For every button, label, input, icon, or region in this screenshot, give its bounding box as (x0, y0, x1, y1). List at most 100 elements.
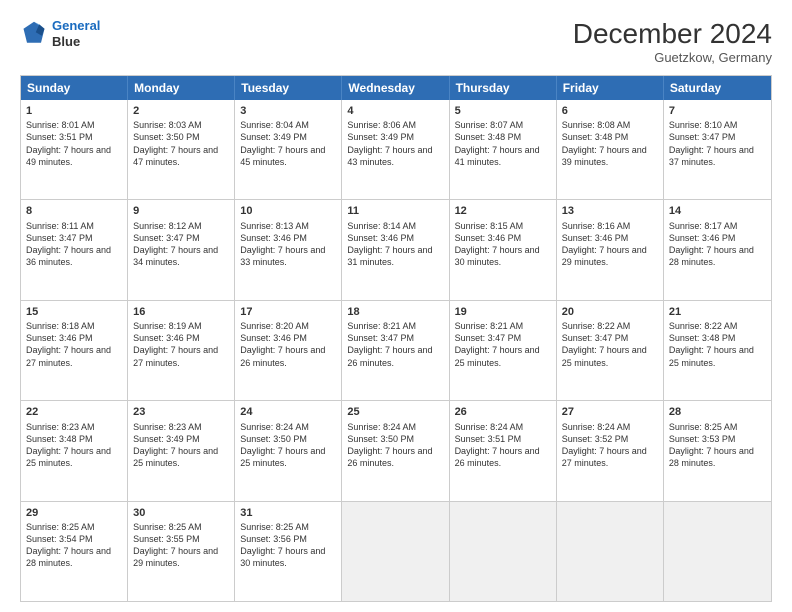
sunrise-text: Sunrise: 8:23 AM (26, 421, 122, 433)
sunrise-text: Sunrise: 8:03 AM (133, 119, 229, 131)
calendar-cell: 5 Sunrise: 8:07 AM Sunset: 3:48 PM Dayli… (450, 100, 557, 199)
sunset-text: Sunset: 3:46 PM (562, 232, 658, 244)
daylight-text: Daylight: 7 hours and 36 minutes. (26, 244, 122, 268)
calendar-cell: 28 Sunrise: 8:25 AM Sunset: 3:53 PM Dayl… (664, 401, 771, 500)
location: Guetzkow, Germany (573, 50, 772, 65)
sunset-text: Sunset: 3:47 PM (347, 332, 443, 344)
sunrise-text: Sunrise: 8:13 AM (240, 220, 336, 232)
calendar-cell: 26 Sunrise: 8:24 AM Sunset: 3:51 PM Dayl… (450, 401, 557, 500)
calendar-cell: 6 Sunrise: 8:08 AM Sunset: 3:48 PM Dayli… (557, 100, 664, 199)
sunset-text: Sunset: 3:49 PM (347, 131, 443, 143)
sunrise-text: Sunrise: 8:07 AM (455, 119, 551, 131)
calendar-cell: 16 Sunrise: 8:19 AM Sunset: 3:46 PM Dayl… (128, 301, 235, 400)
daylight-text: Daylight: 7 hours and 31 minutes. (347, 244, 443, 268)
sunset-text: Sunset: 3:46 PM (26, 332, 122, 344)
sunrise-text: Sunrise: 8:25 AM (669, 421, 766, 433)
daylight-text: Daylight: 7 hours and 25 minutes. (240, 445, 336, 469)
day-number: 23 (133, 405, 229, 419)
sunset-text: Sunset: 3:46 PM (669, 232, 766, 244)
sunrise-text: Sunrise: 8:06 AM (347, 119, 443, 131)
daylight-text: Daylight: 7 hours and 30 minutes. (455, 244, 551, 268)
day-number: 22 (26, 405, 122, 419)
calendar-header: Sunday Monday Tuesday Wednesday Thursday… (21, 76, 771, 100)
day-number: 7 (669, 104, 766, 118)
sunrise-text: Sunrise: 8:21 AM (347, 320, 443, 332)
calendar-cell: 21 Sunrise: 8:22 AM Sunset: 3:48 PM Dayl… (664, 301, 771, 400)
day-number: 3 (240, 104, 336, 118)
sunset-text: Sunset: 3:55 PM (133, 533, 229, 545)
calendar-cell: 14 Sunrise: 8:17 AM Sunset: 3:46 PM Dayl… (664, 200, 771, 299)
day-number: 9 (133, 204, 229, 218)
day-number: 12 (455, 204, 551, 218)
day-number: 27 (562, 405, 658, 419)
daylight-text: Daylight: 7 hours and 45 minutes. (240, 144, 336, 168)
calendar-cell: 13 Sunrise: 8:16 AM Sunset: 3:46 PM Dayl… (557, 200, 664, 299)
calendar-cell: 30 Sunrise: 8:25 AM Sunset: 3:55 PM Dayl… (128, 502, 235, 601)
calendar-cell: 25 Sunrise: 8:24 AM Sunset: 3:50 PM Dayl… (342, 401, 449, 500)
daylight-text: Daylight: 7 hours and 25 minutes. (133, 445, 229, 469)
sunset-text: Sunset: 3:47 PM (562, 332, 658, 344)
daylight-text: Daylight: 7 hours and 27 minutes. (562, 445, 658, 469)
sunset-text: Sunset: 3:50 PM (133, 131, 229, 143)
sunset-text: Sunset: 3:46 PM (455, 232, 551, 244)
day-number: 25 (347, 405, 443, 419)
month-title: December 2024 (573, 18, 772, 50)
daylight-text: Daylight: 7 hours and 26 minutes. (240, 344, 336, 368)
sunrise-text: Sunrise: 8:24 AM (455, 421, 551, 433)
calendar-cell: 29 Sunrise: 8:25 AM Sunset: 3:54 PM Dayl… (21, 502, 128, 601)
day-number: 14 (669, 204, 766, 218)
day-number: 29 (26, 506, 122, 520)
day-number: 15 (26, 305, 122, 319)
calendar-cell: 12 Sunrise: 8:15 AM Sunset: 3:46 PM Dayl… (450, 200, 557, 299)
day-number: 8 (26, 204, 122, 218)
sunrise-text: Sunrise: 8:15 AM (455, 220, 551, 232)
calendar-row: 1 Sunrise: 8:01 AM Sunset: 3:51 PM Dayli… (21, 100, 771, 199)
sunrise-text: Sunrise: 8:24 AM (240, 421, 336, 433)
title-section: December 2024 Guetzkow, Germany (573, 18, 772, 65)
day-number: 30 (133, 506, 229, 520)
sunrise-text: Sunrise: 8:24 AM (562, 421, 658, 433)
sunset-text: Sunset: 3:50 PM (240, 433, 336, 445)
sunset-text: Sunset: 3:51 PM (26, 131, 122, 143)
sunrise-text: Sunrise: 8:20 AM (240, 320, 336, 332)
sunset-text: Sunset: 3:46 PM (133, 332, 229, 344)
calendar-row: 29 Sunrise: 8:25 AM Sunset: 3:54 PM Dayl… (21, 501, 771, 601)
sunrise-text: Sunrise: 8:01 AM (26, 119, 122, 131)
calendar-cell: 1 Sunrise: 8:01 AM Sunset: 3:51 PM Dayli… (21, 100, 128, 199)
day-number: 16 (133, 305, 229, 319)
day-number: 31 (240, 506, 336, 520)
day-number: 2 (133, 104, 229, 118)
sunrise-text: Sunrise: 8:18 AM (26, 320, 122, 332)
sunrise-text: Sunrise: 8:25 AM (240, 521, 336, 533)
sunrise-text: Sunrise: 8:21 AM (455, 320, 551, 332)
sunrise-text: Sunrise: 8:22 AM (669, 320, 766, 332)
day-number: 11 (347, 204, 443, 218)
calendar-cell: 27 Sunrise: 8:24 AM Sunset: 3:52 PM Dayl… (557, 401, 664, 500)
daylight-text: Daylight: 7 hours and 28 minutes. (669, 445, 766, 469)
sunset-text: Sunset: 3:48 PM (562, 131, 658, 143)
calendar-cell: 22 Sunrise: 8:23 AM Sunset: 3:48 PM Dayl… (21, 401, 128, 500)
calendar-row: 8 Sunrise: 8:11 AM Sunset: 3:47 PM Dayli… (21, 199, 771, 299)
daylight-text: Daylight: 7 hours and 25 minutes. (455, 344, 551, 368)
logo-line1: General (52, 18, 100, 33)
calendar-cell: 3 Sunrise: 8:04 AM Sunset: 3:49 PM Dayli… (235, 100, 342, 199)
calendar-cell: 15 Sunrise: 8:18 AM Sunset: 3:46 PM Dayl… (21, 301, 128, 400)
calendar-cell: 18 Sunrise: 8:21 AM Sunset: 3:47 PM Dayl… (342, 301, 449, 400)
daylight-text: Daylight: 7 hours and 43 minutes. (347, 144, 443, 168)
sunset-text: Sunset: 3:46 PM (240, 232, 336, 244)
sunset-text: Sunset: 3:48 PM (669, 332, 766, 344)
calendar-cell (557, 502, 664, 601)
daylight-text: Daylight: 7 hours and 26 minutes. (455, 445, 551, 469)
daylight-text: Daylight: 7 hours and 33 minutes. (240, 244, 336, 268)
calendar-cell: 11 Sunrise: 8:14 AM Sunset: 3:46 PM Dayl… (342, 200, 449, 299)
sunset-text: Sunset: 3:49 PM (240, 131, 336, 143)
sunrise-text: Sunrise: 8:19 AM (133, 320, 229, 332)
day-number: 18 (347, 305, 443, 319)
sunrise-text: Sunrise: 8:10 AM (669, 119, 766, 131)
sunset-text: Sunset: 3:54 PM (26, 533, 122, 545)
day-number: 1 (26, 104, 122, 118)
sunrise-text: Sunrise: 8:11 AM (26, 220, 122, 232)
sunrise-text: Sunrise: 8:17 AM (669, 220, 766, 232)
header-wednesday: Wednesday (342, 76, 449, 100)
day-number: 21 (669, 305, 766, 319)
